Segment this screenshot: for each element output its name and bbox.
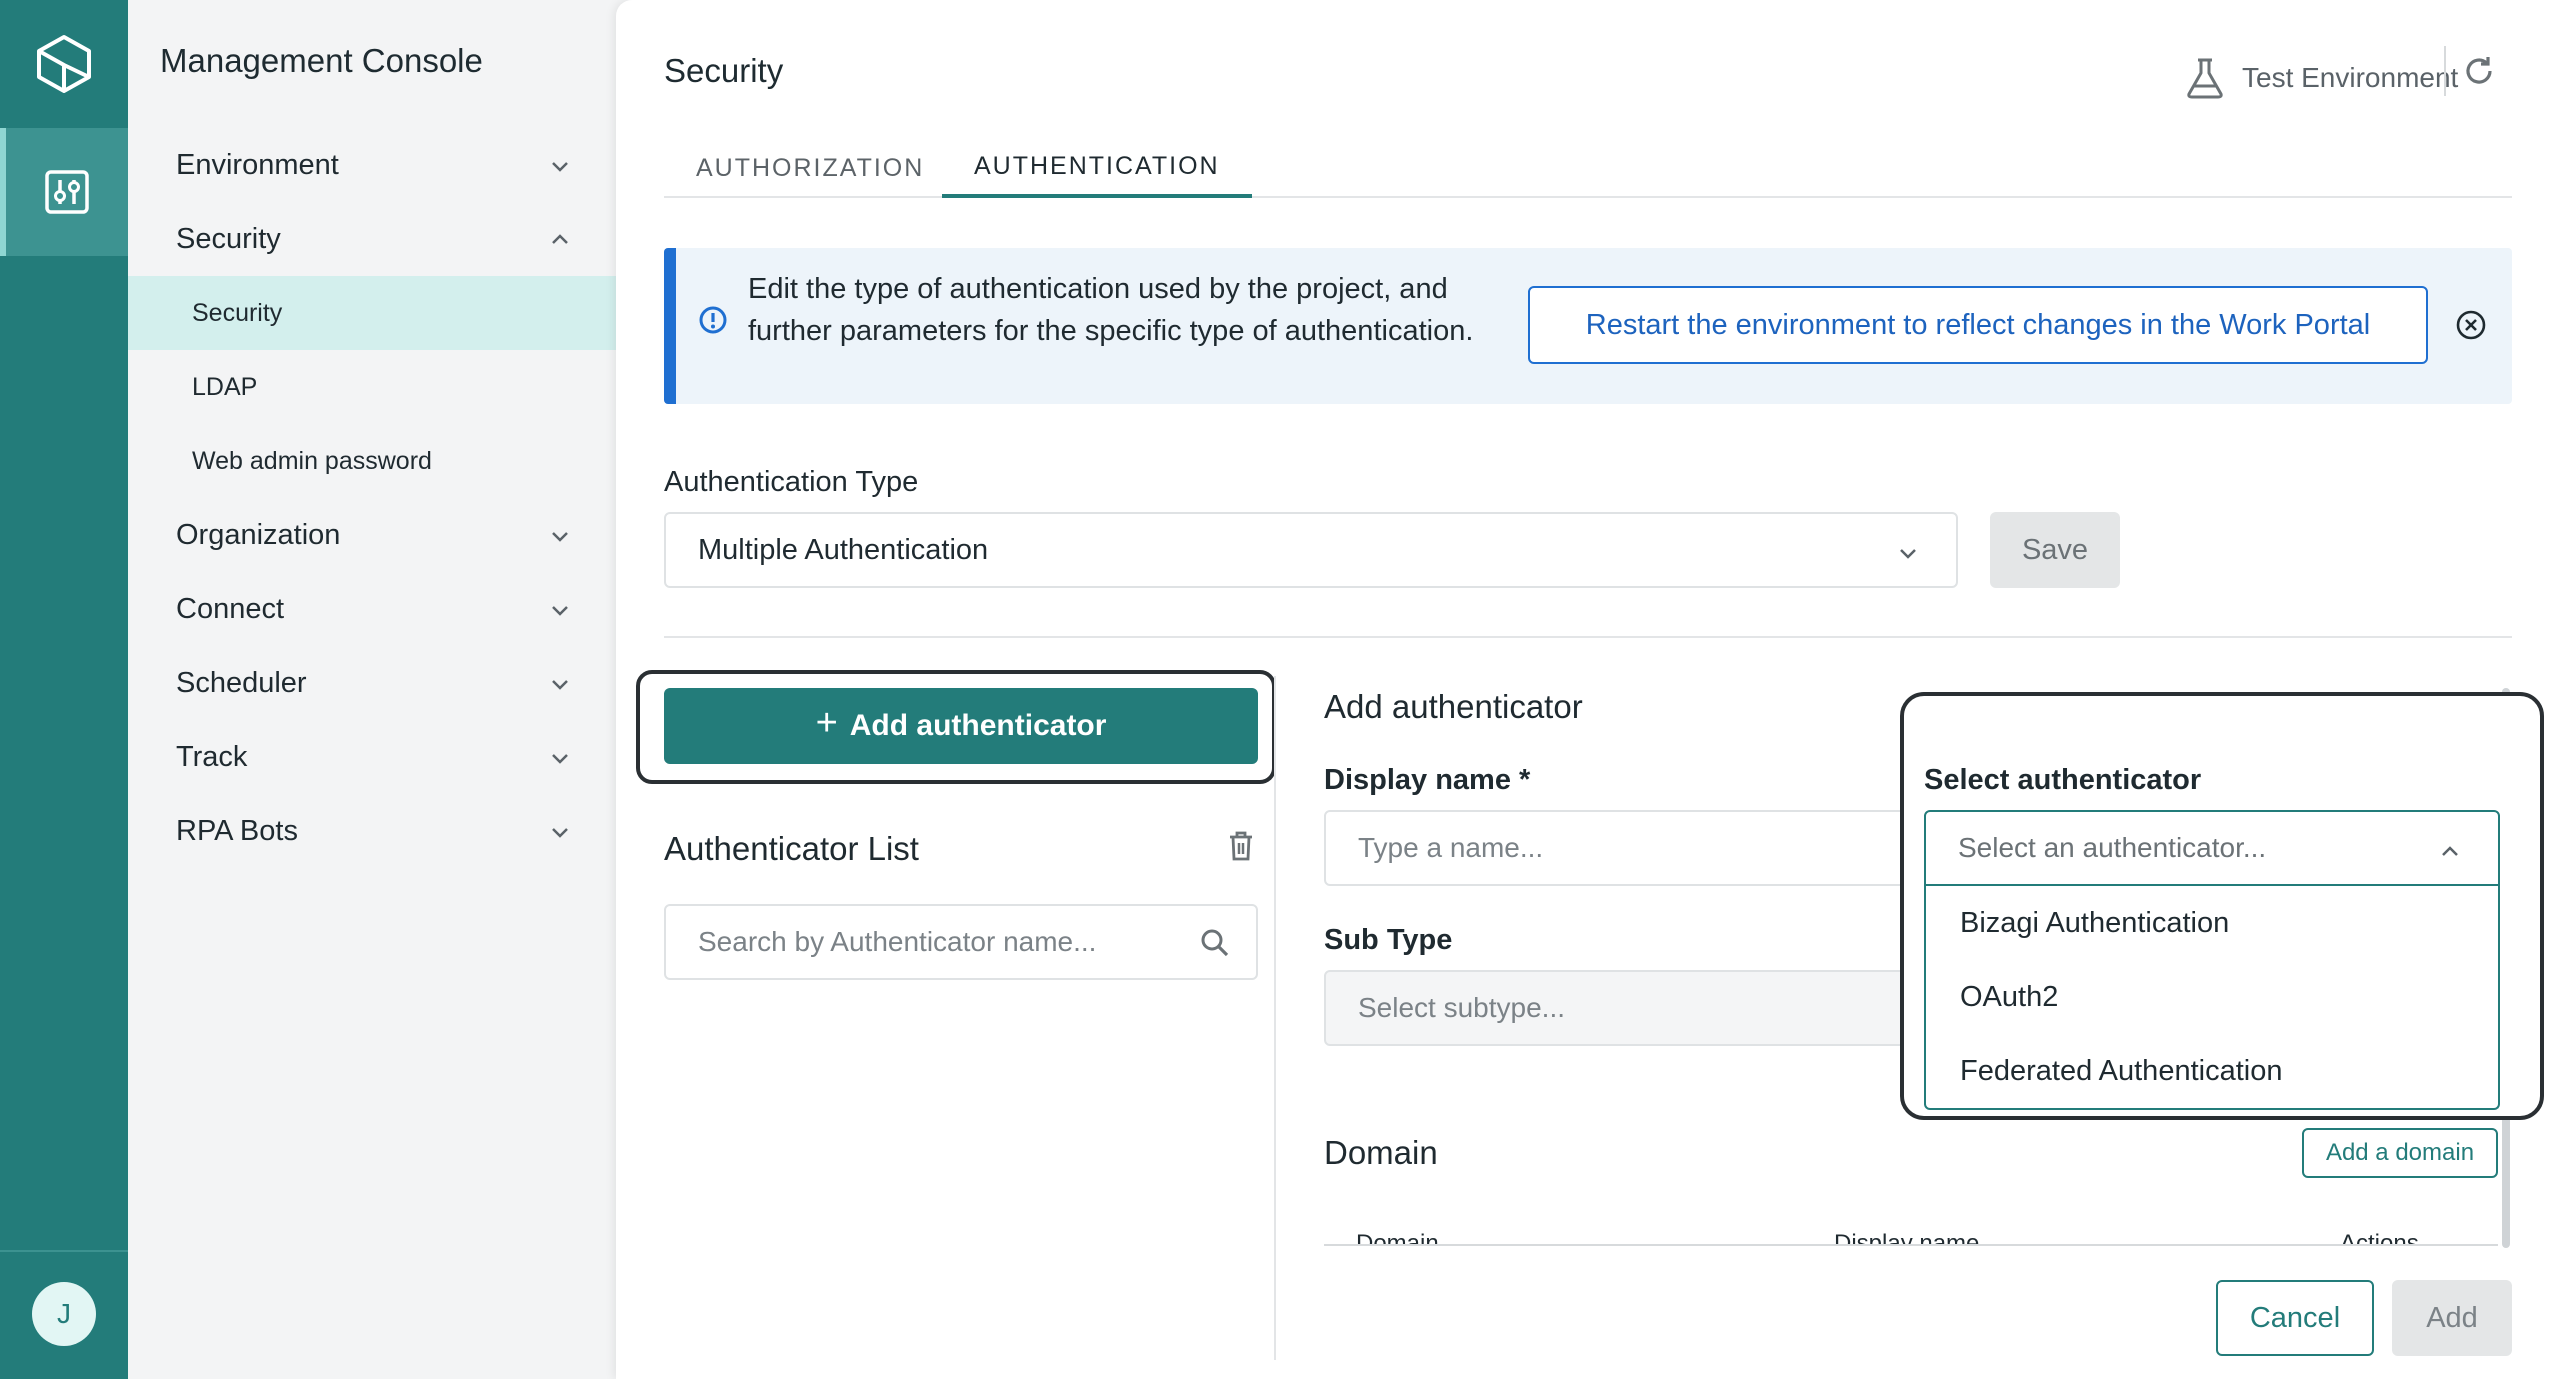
chevron-down-icon bbox=[552, 828, 568, 838]
chevron-down-icon bbox=[1900, 549, 1916, 559]
display-name-label: Display name * bbox=[1324, 764, 1531, 796]
banner-message: Edit the type of authentication used by … bbox=[748, 273, 1474, 347]
chevron-up-icon bbox=[552, 234, 568, 244]
column-header-domain: Domain bbox=[1356, 1230, 1439, 1246]
sidebar-item-environment[interactable]: Environment bbox=[128, 128, 616, 202]
column-header-actions: Actions bbox=[2340, 1230, 2419, 1246]
sidebar-item-label: Environment bbox=[176, 148, 339, 181]
chevron-up-icon bbox=[2442, 846, 2458, 856]
authenticator-options-list: Bizagi Authentication OAuth2 Federated A… bbox=[1924, 886, 2500, 1110]
sidebar-item-organization[interactable]: Organization bbox=[128, 498, 616, 572]
select-authenticator-label: Select authenticator bbox=[1924, 764, 2202, 796]
add-authenticator-title: Add authenticator bbox=[1324, 688, 1583, 725]
sidebar-item-security[interactable]: Security bbox=[128, 202, 616, 276]
sidebar-subitem-label: Security bbox=[192, 298, 283, 327]
rail-divider bbox=[0, 1250, 128, 1252]
authentication-type-select[interactable]: Multiple Authentication bbox=[664, 512, 1958, 588]
info-icon bbox=[698, 305, 728, 340]
chevron-down-icon bbox=[552, 680, 568, 690]
display-name-placeholder: Type a name... bbox=[1358, 832, 1544, 863]
refresh-icon[interactable] bbox=[2462, 54, 2496, 93]
search-placeholder: Search by Authenticator name... bbox=[698, 926, 1097, 957]
sidebar-item-label: RPA Bots bbox=[176, 814, 298, 847]
main-panel: Security Test Environment AUTHORIZATION … bbox=[616, 0, 2560, 1379]
add-authenticator-button[interactable]: + Add authenticator bbox=[664, 688, 1258, 764]
app-logo-icon[interactable] bbox=[0, 0, 128, 128]
option-federated-authentication[interactable]: Federated Authentication bbox=[1926, 1034, 2498, 1108]
domain-table-header: Domain Display name Actions bbox=[1324, 1226, 2498, 1246]
tab-authentication[interactable]: AUTHENTICATION bbox=[942, 138, 1252, 198]
panel-divider bbox=[1274, 676, 1276, 1360]
sidebar-subitem-security[interactable]: Security bbox=[128, 276, 616, 350]
sidebar-item-label: Connect bbox=[176, 592, 285, 625]
avatar[interactable]: J bbox=[32, 1282, 96, 1346]
authenticator-list-title: Authenticator List bbox=[664, 830, 919, 867]
subtype-label: Sub Type bbox=[1324, 924, 1453, 956]
chevron-down-icon bbox=[552, 162, 568, 172]
page-title: Security bbox=[664, 52, 784, 89]
header-divider bbox=[2444, 46, 2446, 96]
close-icon[interactable] bbox=[2454, 308, 2488, 347]
sidebar-item-label: Security bbox=[176, 222, 281, 255]
sidebar: Management Console Environment Security … bbox=[128, 0, 616, 1379]
search-icon bbox=[1201, 929, 1229, 957]
trash-icon[interactable] bbox=[1226, 830, 1256, 867]
plus-icon: + bbox=[815, 701, 838, 744]
chevron-down-icon bbox=[552, 754, 568, 764]
sidebar-title: Management Console bbox=[160, 42, 483, 79]
chevron-down-icon bbox=[552, 532, 568, 542]
info-banner: Edit the type of authentication used by … bbox=[664, 248, 2512, 404]
environment-name: Test Environment bbox=[2242, 62, 2459, 93]
display-name-field[interactable]: Type a name... bbox=[1324, 810, 1924, 886]
sidebar-item-label: Organization bbox=[176, 518, 341, 551]
add-button[interactable]: Add bbox=[2392, 1280, 2512, 1356]
chevron-down-icon bbox=[552, 606, 568, 616]
save-button[interactable]: Save bbox=[1990, 512, 2120, 588]
sidebar-subitem-label: Web admin password bbox=[192, 446, 432, 475]
add-authenticator-label: Add authenticator bbox=[849, 709, 1107, 742]
sidebar-subitem-label: LDAP bbox=[192, 372, 258, 401]
sidebar-item-track[interactable]: Track bbox=[128, 720, 616, 794]
console-settings-icon[interactable] bbox=[0, 128, 128, 256]
authentication-type-label: Authentication Type bbox=[664, 466, 919, 498]
domain-section-title: Domain bbox=[1324, 1134, 1438, 1171]
tab-bar: AUTHORIZATION AUTHENTICATION bbox=[664, 138, 2512, 198]
sidebar-item-label: Scheduler bbox=[176, 666, 307, 699]
add-domain-button[interactable]: Add a domain bbox=[2302, 1128, 2498, 1178]
sidebar-item-scheduler[interactable]: Scheduler bbox=[128, 646, 616, 720]
cancel-button[interactable]: Cancel bbox=[2216, 1280, 2374, 1356]
tab-authorization[interactable]: AUTHORIZATION bbox=[664, 138, 956, 198]
authenticator-search-input[interactable]: Search by Authenticator name... bbox=[664, 904, 1258, 980]
sidebar-item-label: Track bbox=[176, 740, 248, 773]
option-oauth2[interactable]: OAuth2 bbox=[1926, 960, 2498, 1034]
subtype-select[interactable]: Select subtype... bbox=[1324, 970, 1924, 1046]
sidebar-item-connect[interactable]: Connect bbox=[128, 572, 616, 646]
app-rail: J bbox=[0, 0, 128, 1379]
sidebar-subitem-web-admin-password[interactable]: Web admin password bbox=[128, 424, 616, 498]
environment-indicator: Test Environment bbox=[2184, 56, 2458, 100]
select-authenticator-input[interactable]: Select an authenticator... bbox=[1924, 810, 2500, 886]
sidebar-item-rpa-bots[interactable]: RPA Bots bbox=[128, 794, 616, 868]
subtype-placeholder: Select subtype... bbox=[1358, 992, 1566, 1023]
sidebar-subitem-ldap[interactable]: LDAP bbox=[128, 350, 616, 424]
column-header-display-name: Display name bbox=[1834, 1230, 1980, 1246]
flask-icon bbox=[2187, 58, 2223, 99]
restart-environment-button[interactable]: Restart the environment to reflect chang… bbox=[1528, 286, 2428, 364]
option-bizagi-authentication[interactable]: Bizagi Authentication bbox=[1926, 886, 2498, 960]
section-divider bbox=[664, 636, 2512, 638]
authentication-type-value: Multiple Authentication bbox=[698, 533, 989, 566]
select-authenticator-placeholder: Select an authenticator... bbox=[1958, 832, 2267, 863]
